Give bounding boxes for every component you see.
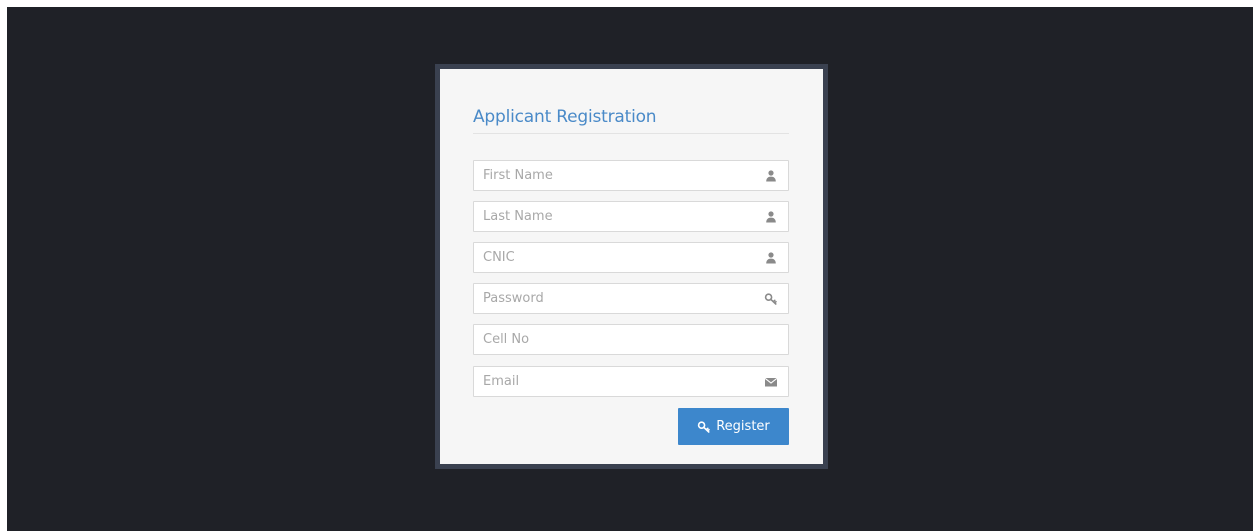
cell-no-field-wrapper [473, 324, 789, 355]
last-name-field-wrapper [473, 201, 789, 232]
email-field-wrapper [473, 366, 789, 397]
user-icon [766, 252, 776, 264]
cnic-input[interactable] [474, 243, 788, 272]
email-input[interactable] [474, 367, 788, 396]
registration-card-frame: Applicant Registration First Name Last N… [435, 64, 828, 469]
user-icon [766, 211, 776, 223]
user-icon [766, 170, 776, 182]
password-field-wrapper [473, 283, 789, 314]
key-icon [764, 293, 777, 305]
last-name-input[interactable] [474, 202, 788, 231]
first-name-input[interactable] [474, 161, 788, 190]
title-divider [473, 133, 789, 134]
register-button-label: Register [716, 419, 770, 434]
form-title: Applicant Registration [473, 107, 657, 127]
envelope-icon [764, 377, 778, 387]
first-name-field-wrapper [473, 160, 789, 191]
cnic-field-wrapper [473, 242, 789, 273]
page-background: Applicant Registration First Name Last N… [7, 7, 1253, 531]
registration-card: Applicant Registration First Name Last N… [440, 69, 823, 464]
cell-no-input[interactable] [474, 325, 788, 354]
register-button[interactable]: Register [678, 408, 789, 445]
password-input[interactable] [474, 284, 788, 313]
key-icon [698, 420, 711, 433]
